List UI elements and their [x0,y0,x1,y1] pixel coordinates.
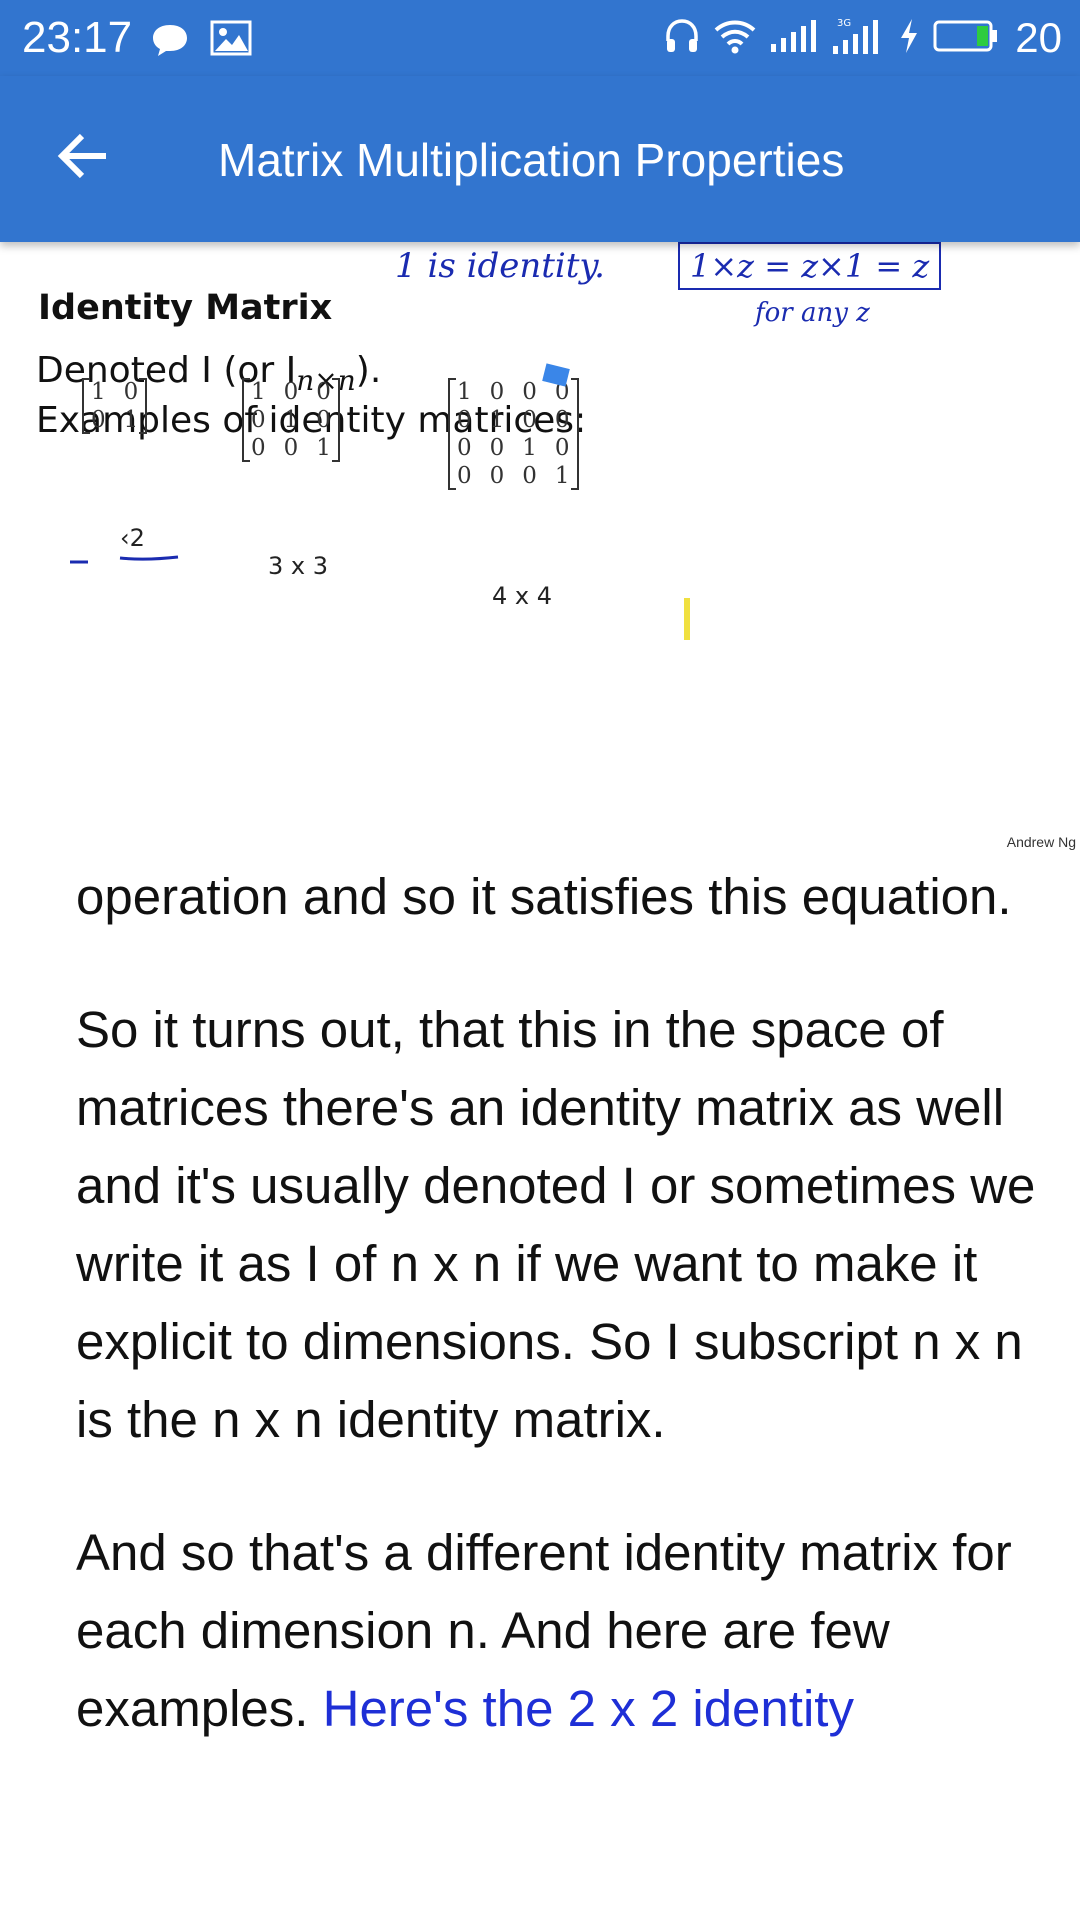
matrix-cell: 0 [283,379,299,405]
notation-end: ). [355,350,382,391]
transcript-highlight-link[interactable]: Here's the 2 x 2 identity [323,1680,854,1737]
matrix-row: 010 [242,406,340,434]
svg-text:3G: 3G [837,18,851,29]
status-bar: 23:17 3G 20 [0,0,1080,76]
back-button[interactable] [44,118,124,198]
transcript-paragraph: And so that's a different identity matri… [76,1514,1036,1748]
battery-level: 20 [1015,14,1062,61]
ink-annotation-identity: 1 is identity. [395,246,605,286]
app-bar: Matrix Multiplication Properties [0,76,1080,242]
chat-bubble-icon [150,22,190,63]
matrix-cell: 1 [283,407,299,433]
matrix-3x3: 100010001 [242,378,340,462]
transcript: operation and so it satisfies this equat… [76,858,1036,1803]
matrix-cell: 1 [522,435,537,461]
matrix-row: 001 [242,434,340,462]
ink-annotation-for-any: for any z [755,298,870,328]
matrix-row: 0100 [448,406,579,434]
charging-icon [897,17,921,60]
signal-icon [769,18,819,59]
matrix-cell: 0 [489,379,505,405]
transcript-paragraph: operation and so it satisfies this equat… [76,868,1012,925]
status-icons: 3G 20 [663,12,1062,64]
matrix-cell: 0 [522,407,537,433]
matrix-cell: 0 [522,379,537,405]
matrix-2x2-label: ‹2 [120,524,145,552]
matrix-row: 0010 [448,434,579,462]
highlighter-mark [684,598,690,640]
matrix-2x2: 1001 [82,378,148,434]
status-time: 23:17 [22,13,133,62]
matrix-row: 01 [82,406,147,434]
transcript-paragraph: So it turns out, that this in the space … [76,1001,1036,1448]
lecture-slide: Identity Matrix Denoted I (or In×n). Exa… [0,242,1080,854]
bracket-right [331,378,340,462]
bracket-right [570,378,579,490]
slide-heading: Identity Matrix [38,288,333,328]
matrix-cell: 0 [489,463,505,489]
ink-underline [70,555,179,564]
matrix-row: 100 [242,378,340,406]
matrix-row: 10 [82,378,147,406]
image-icon [210,20,252,61]
matrix-cell: 1 [489,407,505,433]
signal-3g-icon: 3G [831,16,885,61]
page-title: Matrix Multiplication Properties [218,134,845,186]
matrix-cell: 0 [283,435,299,461]
bracket-right [139,378,148,434]
bracket-left [242,378,250,462]
matrix-4x4: 1000010000100001 [448,378,579,490]
wifi-icon [713,18,757,59]
ink-annotation-box: 1×z = z×1 = z [678,242,942,290]
matrix-row: 0001 [448,462,579,490]
bracket-left [82,378,90,434]
arrow-back-icon [56,131,112,186]
matrix-4x4-label: 4 x 4 [492,582,552,610]
battery-icon [933,19,999,58]
matrix-cell: 0 [522,463,537,489]
headphones-icon [663,17,701,60]
matrix-3x3-label: 3 x 3 [268,552,328,580]
slide-credit: Andrew Ng [1006,834,1076,850]
bracket-left [448,378,456,490]
matrix-cell: 0 [489,435,505,461]
